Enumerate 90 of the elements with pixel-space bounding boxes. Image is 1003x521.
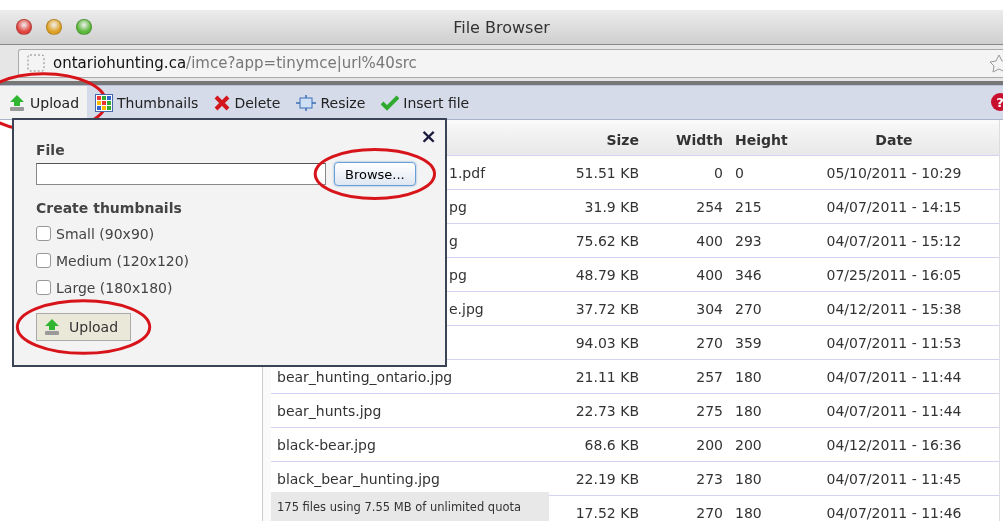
column-header[interactable]: Height [723,131,789,148]
toolbar-tab[interactable]: Upload [0,86,88,119]
checkmark-icon [381,94,400,111]
toolbar-tab[interactable]: Insert file [373,86,478,119]
file-date: 07/25/2011 - 16:05 [825,266,963,283]
checkbox[interactable] [36,226,51,241]
file-name: black_bear_hunting.jpg [277,470,440,487]
file-date: 04/12/2011 - 16:36 [825,436,963,453]
column-header[interactable]: Date [789,131,993,148]
upload-icon [8,93,26,112]
image-width: 304 [695,300,723,317]
file-size: 51.51 KB [574,164,639,181]
file-name: bear_hunts.jpg [277,402,382,419]
file-name: bear_hunting_ontario.jpg [277,368,453,385]
image-height: 180 [734,470,763,487]
file-date: 04/07/2011 - 11:46 [825,504,963,521]
file-name: 1.pdf [449,164,486,181]
file-date: 04/07/2011 - 11:45 [825,470,963,487]
field-label: File [36,142,66,158]
image-height: 180 [734,368,763,385]
upload-button[interactable]: Upload [36,313,132,341]
checkbox-label: Medium (120x120) [56,252,190,269]
file-name: pg [449,266,467,283]
page-icon [27,54,45,72]
image-width: 400 [695,232,723,249]
file-input-field[interactable] [36,163,326,185]
image-width: 270 [695,334,723,351]
image-width: 400 [695,266,723,283]
image-width: 273 [695,470,723,487]
file-name: e.jpg [449,300,484,317]
image-height: 180 [734,402,763,419]
checkbox[interactable] [36,253,51,268]
image-width: 270 [695,504,723,521]
close-icon[interactable]: × [420,124,437,148]
image-width: 0 [713,164,723,181]
column-header[interactable]: Size [551,131,639,148]
close-window-button[interactable] [16,19,32,35]
image-width: 257 [695,368,723,385]
browse-button[interactable]: Browse... [334,162,416,186]
file-date: 05/10/2011 - 10:29 [825,164,963,181]
image-height: 180 [734,504,763,521]
address-field[interactable]: ontariohunting.ca/imce?app=tinymce|url%40src [18,48,1003,78]
status-bar: 175 files using 7.55 MB of unlimited quota [271,492,549,521]
file-size: 22.73 KB [574,402,639,419]
url-path: /imce?app=tinymce|url%40src [186,54,417,72]
image-width: 254 [695,198,723,215]
minimize-window-button[interactable] [46,19,62,35]
file-date: 04/07/2011 - 14:15 [825,198,963,215]
help-icon[interactable]: ? [991,93,1003,111]
resize-icon [296,94,317,111]
file-size: 48.79 KB [574,266,639,283]
checkbox[interactable] [36,280,51,295]
image-height: 0 [734,164,745,181]
file-date: 04/07/2011 - 11:44 [825,368,963,385]
image-height: 346 [734,266,763,283]
image-height: 270 [734,300,763,317]
file-size: 37.72 KB [574,300,639,317]
file-date: 04/07/2011 - 15:12 [825,232,963,249]
file-size: 22.19 KB [574,470,639,487]
image-width: 275 [695,402,723,419]
image-height: 293 [734,232,763,249]
checkbox-label: Large (180x180) [56,279,173,296]
section-label: Create thumbnails [36,200,183,216]
toolbar-tab[interactable]: Resize [288,86,374,119]
star-icon[interactable] [989,53,1003,73]
image-width: 200 [695,436,723,453]
toolbar-tab[interactable]: Delete [206,86,289,119]
file-name: g [449,232,458,249]
zoom-window-button[interactable] [76,19,92,35]
image-height: 200 [734,436,763,453]
column-header[interactable]: Width [639,131,723,148]
file-date: 04/12/2011 - 15:38 [825,300,963,317]
file-size: 31.9 KB [583,198,639,215]
upload-icon [43,318,61,336]
file-size: 68.6 KB [583,436,639,453]
image-height: 359 [734,334,763,351]
file-name: pg [449,198,467,215]
window-title: File Browser [453,17,550,37]
file-date: 04/07/2011 - 11:53 [825,334,963,351]
file-name: black-bear.jpg [277,436,376,453]
delete-icon [214,94,231,111]
file-size: 21.11 KB [574,368,639,385]
file-date: 04/07/2011 - 11:44 [825,402,963,419]
image-height: 215 [734,198,763,215]
grid-icon [95,93,114,112]
file-size: 94.03 KB [574,334,639,351]
file-size: 17.52 KB [574,504,639,521]
url-host: ontariohunting.ca [53,54,187,72]
checkbox-label: Small (90x90) [56,225,155,242]
file-size: 75.62 KB [574,232,639,249]
